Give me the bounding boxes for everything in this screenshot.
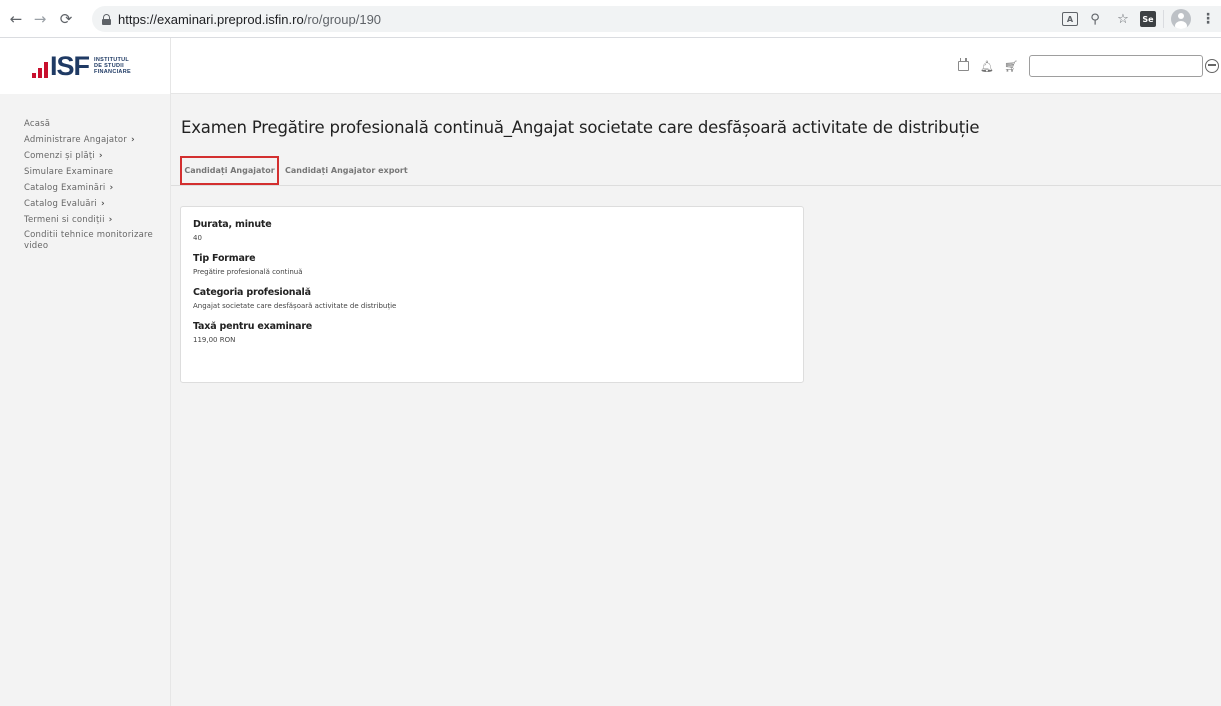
field-value: 119,00 RON	[193, 336, 236, 344]
chevron-right-icon: ›	[98, 151, 103, 161]
reload-icon[interactable]: ⟳	[56, 9, 76, 29]
field-label: Durata, minute	[193, 219, 272, 230]
back-icon[interactable]: ←	[6, 9, 26, 29]
lock-icon	[102, 13, 111, 25]
cart-icon[interactable]: 🛒︎	[1003, 58, 1019, 74]
tab-bar: Candidați Angajator Candidați Angajator …	[171, 156, 1221, 186]
logo-area: ISF INSTITUTUL DE STUDII FINANCIARE	[0, 38, 171, 94]
sidebar-item-label: Catalog Evaluări	[24, 199, 97, 209]
sidebar-item-termeni-si-conditii[interactable]: Termeni si condiții ›	[0, 212, 170, 228]
forward-icon[interactable]: →	[30, 9, 50, 29]
logo-text: INSTITUTUL DE STUDII FINANCIARE	[94, 57, 131, 75]
calendar-icon[interactable]	[955, 58, 971, 74]
field-categoria-profesionala: Categoria profesională Angajat societate…	[193, 287, 791, 311]
tab-label: Candidați Angajator export	[285, 166, 408, 175]
field-label: Taxă pentru examinare	[193, 321, 313, 332]
bell-icon[interactable]: 🔔︎	[979, 58, 995, 74]
field-label: Categoria profesională	[193, 287, 311, 298]
url-host: https://examinari.preprod.isfin.ro	[118, 11, 304, 27]
zoom-icon[interactable]: ⚲	[1084, 8, 1106, 30]
chevron-right-icon: ›	[108, 215, 113, 225]
isf-logo[interactable]: ISF INSTITUTUL DE STUDII FINANCIARE	[32, 48, 131, 81]
tab-candidati-angajator[interactable]: Candidați Angajator	[180, 156, 279, 185]
tab-label: Candidați Angajator	[184, 166, 275, 175]
chevron-right-icon: ›	[109, 183, 114, 193]
chevron-right-icon: ›	[100, 199, 105, 209]
sidebar-item-conditii-tehnice[interactable]: Conditii tehnice monitorizare video	[0, 228, 170, 252]
field-tip-formare: Tip Formare Pregătire profesională conti…	[193, 253, 791, 277]
page-title: Examen Pregătire profesională continuă_A…	[181, 118, 980, 137]
sidebar-item-catalog-examinari[interactable]: Catalog Examinări ›	[0, 180, 170, 196]
avatar-icon[interactable]	[1171, 9, 1191, 29]
menu-icon[interactable]: ⋮	[1197, 8, 1219, 30]
url-text[interactable]: https://examinari.preprod.isfin.ro/ro/gr…	[118, 12, 381, 27]
extension-icon[interactable]: Se	[1140, 11, 1156, 27]
sidebar-item-label: Acasă	[24, 119, 51, 129]
sidebar-item-label: Conditii tehnice monitorizare video	[24, 230, 153, 251]
sidebar-item-label: Simulare Examinare	[24, 167, 114, 177]
sidebar-item-comenzi-si-plati[interactable]: Comenzi și plăți ›	[0, 148, 170, 164]
star-icon[interactable]: ☆	[1112, 8, 1134, 30]
field-label: Tip Formare	[193, 253, 256, 264]
url-path: /ro/group/190	[303, 11, 382, 27]
field-taxa-examinare: Taxă pentru examinare 119,00 RON	[193, 321, 791, 345]
sidebar: Acasă Administrare Angajator › Comenzi și…	[0, 94, 171, 706]
browser-toolbar: ← → ⟳ https://examinari.preprod.isfin.ro…	[0, 0, 1221, 38]
header-actions: 🔔︎ 🛒︎	[951, 38, 1221, 94]
toolbar-divider	[1163, 10, 1164, 28]
field-durata: Durata, minute 40	[193, 219, 791, 243]
field-value: 40	[193, 234, 202, 242]
field-value: Angajat societate care desfășoară activi…	[193, 302, 397, 310]
sidebar-item-label: Administrare Angajator	[24, 135, 127, 145]
chevron-right-icon: ›	[130, 135, 135, 145]
user-icon[interactable]	[1205, 59, 1219, 73]
logo-letters: ISF	[50, 51, 90, 81]
sidebar-item-simulare-examinare[interactable]: Simulare Examinare	[0, 164, 170, 180]
sidebar-item-label: Catalog Examinări	[24, 183, 106, 193]
sidebar-item-catalog-evaluari[interactable]: Catalog Evaluări ›	[0, 196, 170, 212]
tab-candidati-angajator-export[interactable]: Candidați Angajator export	[285, 156, 408, 185]
exam-details-card: Durata, minute 40 Tip Formare Pregătire …	[180, 206, 804, 383]
sidebar-item-administrare-angajator[interactable]: Administrare Angajator ›	[0, 132, 170, 148]
sidebar-item-label: Comenzi și plăți	[24, 151, 95, 161]
sidebar-item-label: Termeni si condiții	[24, 215, 105, 225]
field-value: Pregătire profesională continuă	[193, 268, 303, 276]
logo-bars	[32, 62, 48, 78]
sidebar-item-acasa[interactable]: Acasă	[0, 116, 170, 132]
search-input[interactable]	[1029, 55, 1203, 77]
app-header: ISF INSTITUTUL DE STUDII FINANCIARE 🔔︎ 🛒…	[0, 38, 1221, 94]
address-bar[interactable]: https://examinari.preprod.isfin.ro/ro/gr…	[92, 6, 1221, 32]
main-content: Examen Pregătire profesională continuă_A…	[171, 94, 1221, 706]
translate-icon[interactable]: A	[1062, 12, 1078, 26]
